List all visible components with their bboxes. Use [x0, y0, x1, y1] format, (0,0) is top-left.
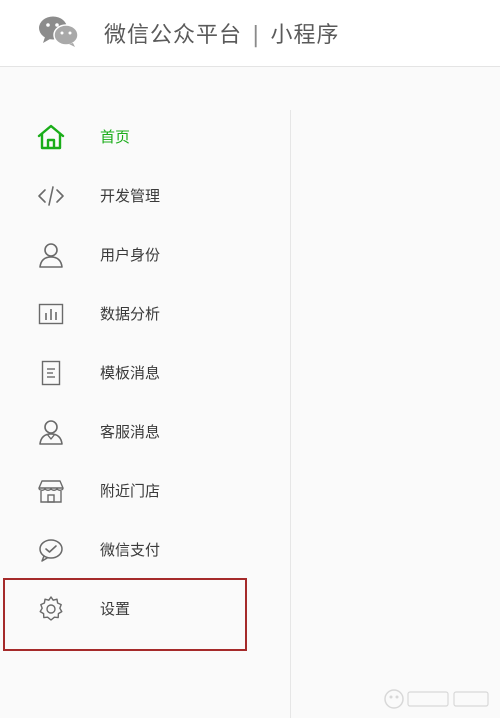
sidebar-item-data-analysis[interactable]: 数据分析	[0, 288, 290, 338]
sidebar-item-user-identity[interactable]: 用户身份	[0, 229, 290, 279]
sidebar-item-label: 首页	[100, 128, 131, 146]
sidebar-item-label: 微信支付	[100, 541, 161, 559]
wechat-logo-icon[interactable]	[38, 14, 80, 48]
sidebar-item-label: 开发管理	[100, 187, 161, 205]
sidebar-item-label: 附近门店	[100, 482, 161, 500]
brand-name: 微信公众平台	[104, 23, 243, 48]
sidebar-item-template-message[interactable]: 模板消息	[0, 347, 290, 397]
wechat-pay-icon	[39, 539, 63, 562]
customer-service-icon	[39, 420, 63, 445]
sidebar-item-dev-management[interactable]: 开发管理	[0, 170, 290, 220]
title-separator: |	[252, 23, 261, 48]
sidebar-item-nearby-stores[interactable]: 附近门店	[0, 465, 290, 515]
chart-icon	[38, 303, 64, 325]
code-icon	[38, 186, 64, 206]
store-icon	[38, 480, 64, 503]
settings-highlight-box	[3, 578, 247, 651]
watermark-logo-icon	[384, 689, 489, 709]
document-icon	[41, 360, 61, 386]
page-title: 微信公众平台 | 小程序	[104, 17, 339, 49]
sidebar-item-label: 客服消息	[100, 423, 161, 441]
sidebar-item-customer-service[interactable]: 客服消息	[0, 406, 290, 456]
sidebar-item-home[interactable]: 首页	[0, 111, 290, 161]
sidebar-item-label: 模板消息	[100, 364, 161, 382]
sidebar-divider	[290, 110, 291, 718]
product-name: 小程序	[270, 23, 340, 48]
sidebar-item-label: 数据分析	[100, 305, 161, 323]
home-icon	[37, 124, 65, 150]
sidebar-item-label: 用户身份	[100, 246, 161, 264]
top-header: 微信公众平台 | 小程序	[0, 0, 500, 67]
user-icon	[39, 243, 63, 268]
sidebar-item-wechat-pay[interactable]: 微信支付	[0, 524, 290, 574]
